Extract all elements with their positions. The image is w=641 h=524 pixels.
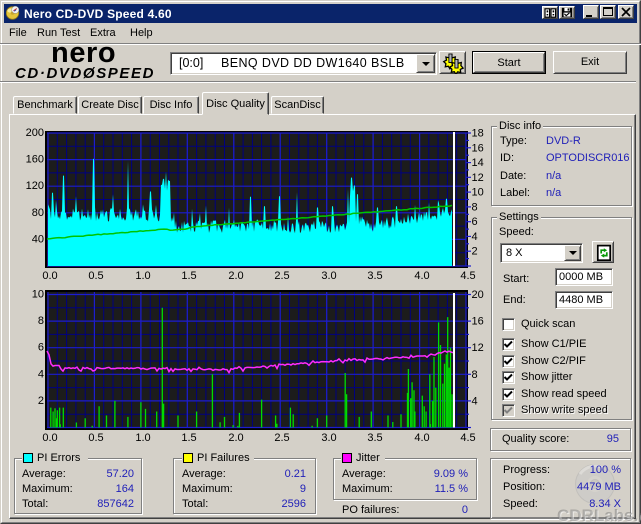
svg-text:4.5: 4.5 bbox=[460, 270, 475, 282]
svg-text:1.0: 1.0 bbox=[135, 270, 150, 282]
svg-text:2.5: 2.5 bbox=[274, 432, 289, 444]
svg-text:0.0: 0.0 bbox=[42, 270, 57, 282]
svg-text:120: 120 bbox=[26, 180, 44, 192]
svg-text:2.5: 2.5 bbox=[274, 270, 289, 282]
svg-text:12: 12 bbox=[472, 172, 484, 184]
svg-text:0.5: 0.5 bbox=[88, 270, 103, 282]
svg-text:6: 6 bbox=[38, 342, 44, 354]
svg-text:2: 2 bbox=[472, 246, 478, 258]
svg-text:6: 6 bbox=[472, 216, 478, 228]
svg-text:10: 10 bbox=[32, 289, 44, 301]
svg-text:8: 8 bbox=[38, 315, 44, 327]
svg-text:10: 10 bbox=[472, 187, 484, 199]
svg-text:4: 4 bbox=[472, 231, 478, 243]
svg-text:2: 2 bbox=[38, 395, 44, 407]
svg-text:3.0: 3.0 bbox=[321, 432, 336, 444]
svg-text:4.0: 4.0 bbox=[414, 432, 429, 444]
svg-text:4.5: 4.5 bbox=[460, 432, 475, 444]
svg-text:160: 160 bbox=[26, 154, 44, 166]
svg-text:200: 200 bbox=[26, 127, 44, 139]
svg-text:40: 40 bbox=[32, 233, 44, 245]
svg-text:16: 16 bbox=[472, 142, 484, 154]
svg-text:1.0: 1.0 bbox=[135, 432, 150, 444]
svg-text:0.5: 0.5 bbox=[88, 432, 103, 444]
svg-text:3.0: 3.0 bbox=[321, 270, 336, 282]
svg-text:4: 4 bbox=[472, 395, 478, 407]
svg-text:1.5: 1.5 bbox=[181, 270, 196, 282]
svg-text:14: 14 bbox=[472, 157, 484, 169]
svg-text:0.0: 0.0 bbox=[42, 432, 57, 444]
svg-text:2.0: 2.0 bbox=[228, 432, 243, 444]
svg-text:4.0: 4.0 bbox=[414, 270, 429, 282]
svg-text:18: 18 bbox=[472, 128, 484, 140]
svg-text:20: 20 bbox=[472, 289, 484, 301]
svg-text:2.0: 2.0 bbox=[228, 270, 243, 282]
svg-text:3.5: 3.5 bbox=[367, 432, 382, 444]
svg-text:8: 8 bbox=[472, 369, 478, 381]
svg-text:1.5: 1.5 bbox=[181, 432, 196, 444]
svg-text:80: 80 bbox=[32, 207, 44, 219]
svg-text:3.5: 3.5 bbox=[367, 270, 382, 282]
svg-text:16: 16 bbox=[472, 316, 484, 328]
svg-text:12: 12 bbox=[472, 342, 484, 354]
svg-text:4: 4 bbox=[38, 368, 44, 380]
svg-text:8: 8 bbox=[472, 201, 478, 213]
